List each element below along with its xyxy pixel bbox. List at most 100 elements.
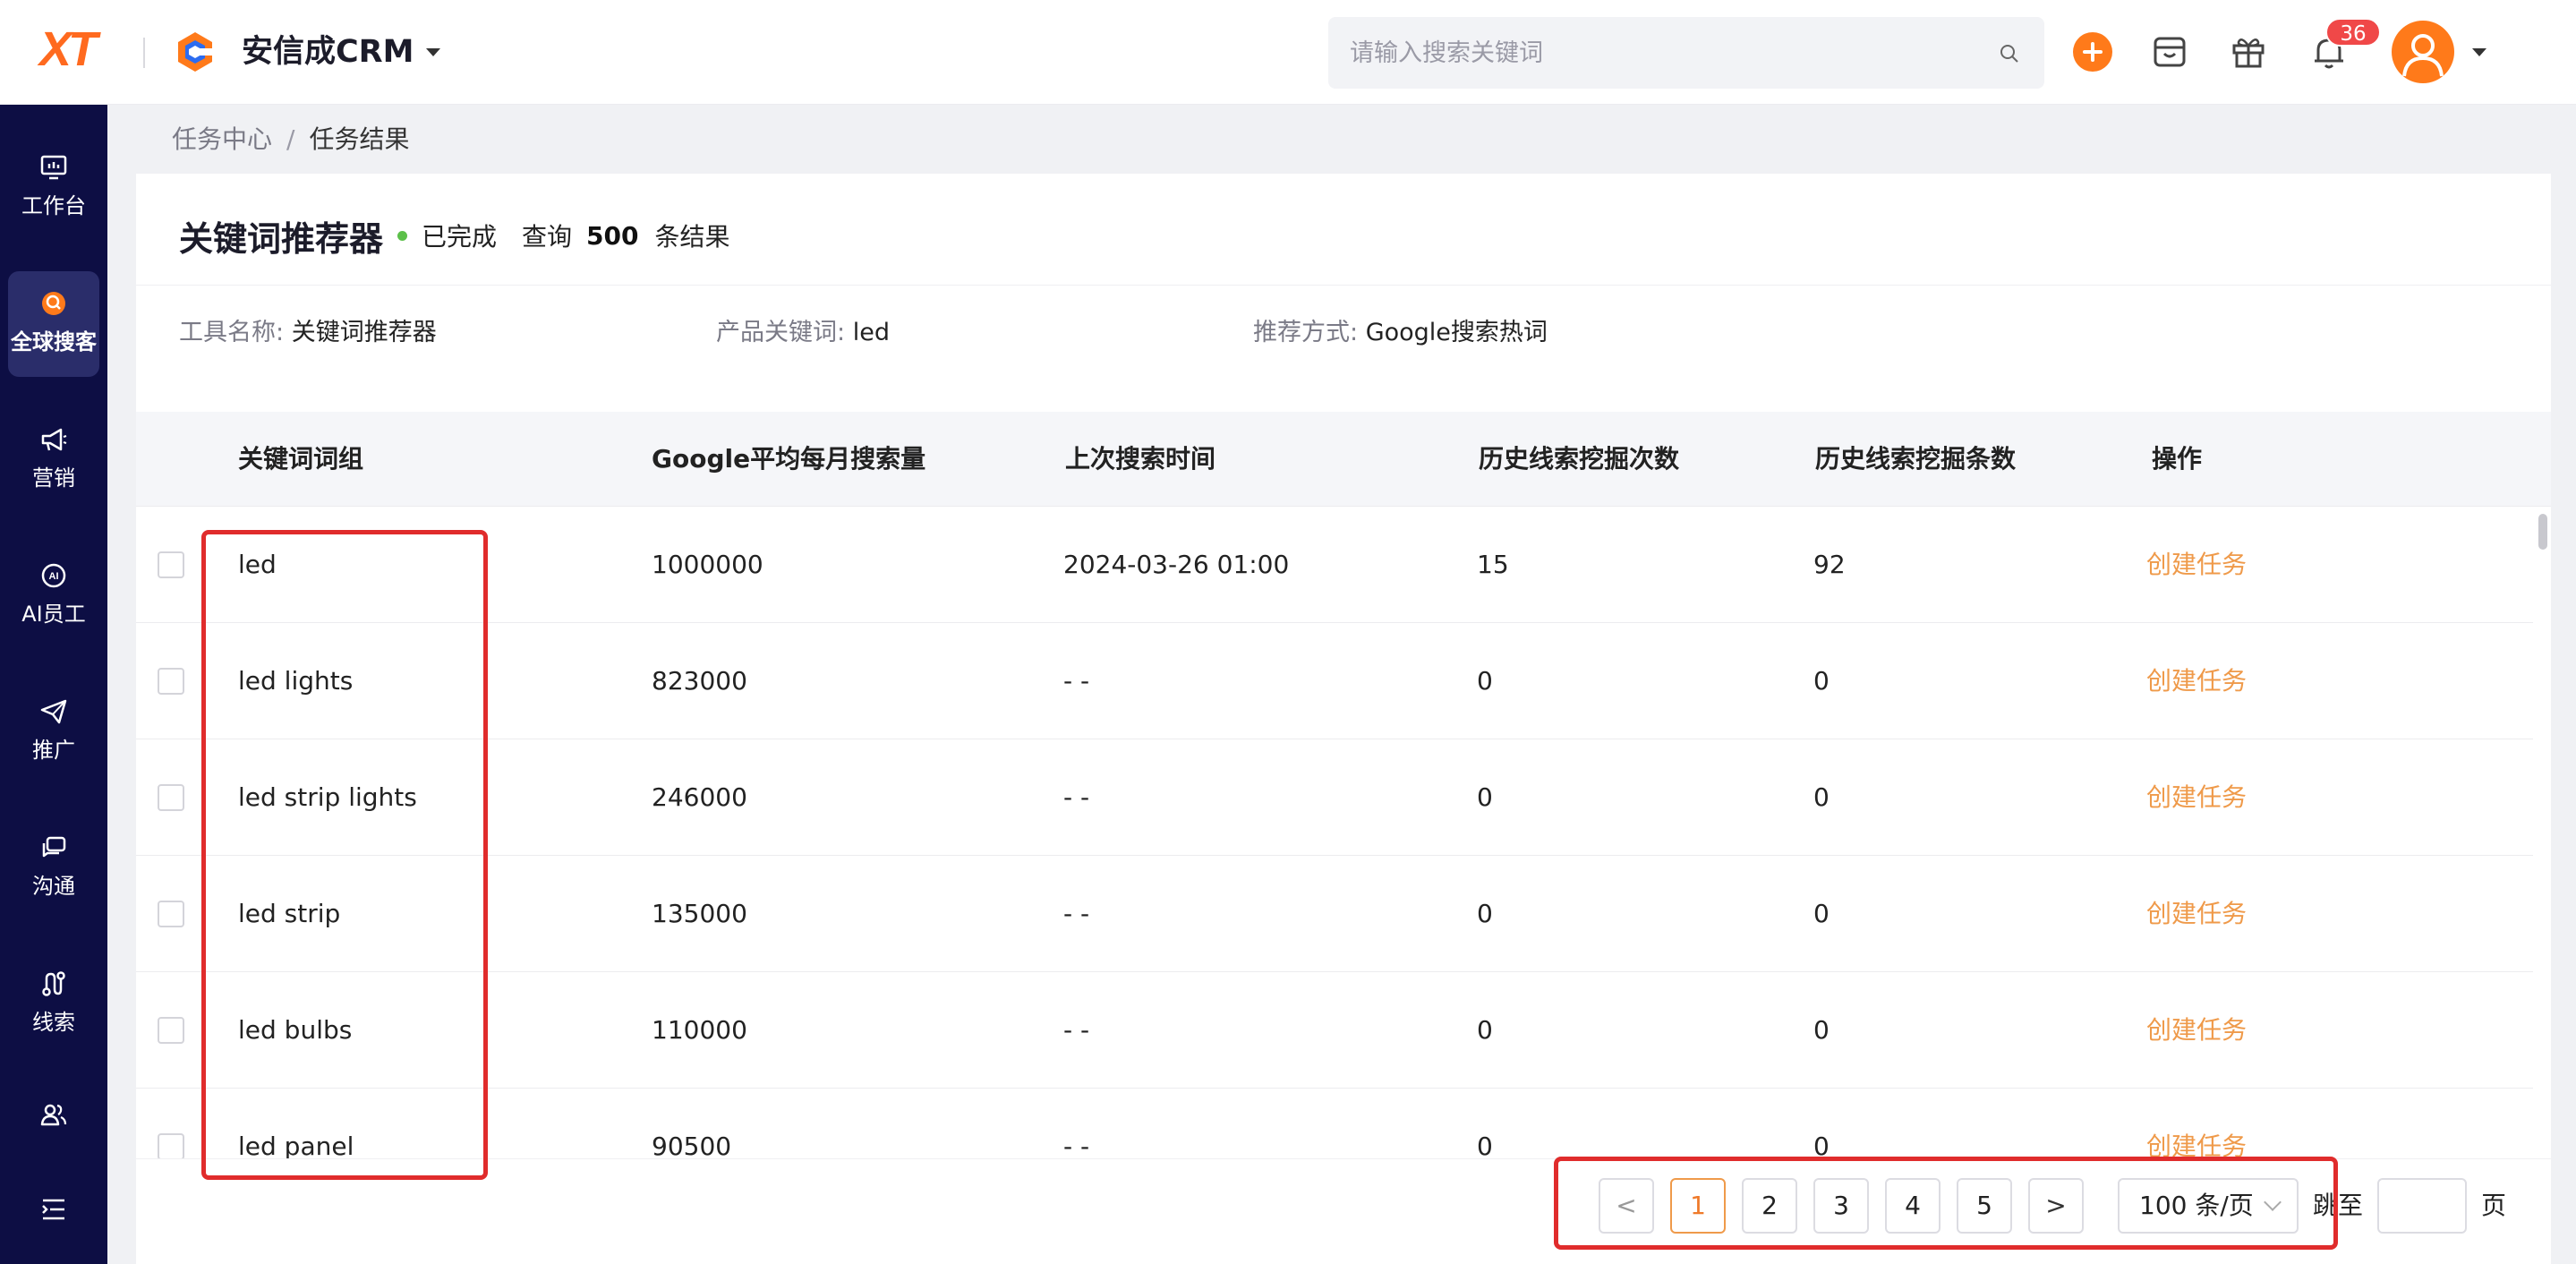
row-checkbox[interactable] <box>158 551 184 578</box>
info-label: 产品关键词: <box>716 319 846 346</box>
brand-name[interactable]: 安信成CRM <box>242 32 414 72</box>
breadcrumb-current: 任务结果 <box>309 124 410 154</box>
status-badge: 已完成 <box>422 222 498 252</box>
query-count: 500 <box>586 220 639 251</box>
add-plus-icon[interactable] <box>2073 32 2112 72</box>
result-card: 关键词推荐器 已完成 查询 500 条结果 工具名称: 关键词推荐器 产品关键词… <box>136 174 2551 1264</box>
cell-mining-count: 0 <box>1477 666 1493 696</box>
cell-volume: 823000 <box>652 666 747 696</box>
sidebar-item-promotion[interactable]: 推广 <box>8 679 99 785</box>
title-divider <box>136 285 2551 286</box>
xt-logo: XT <box>39 22 98 76</box>
create-task-button[interactable]: 创建任务 <box>2146 1089 2247 1158</box>
create-task-button[interactable]: 创建任务 <box>2146 972 2247 1089</box>
column-header-mining-items: 历史线索挖掘条数 <box>1815 444 2017 474</box>
column-header-action: 操作 <box>2152 444 2203 474</box>
header-divider <box>143 38 145 68</box>
cell-volume: 90500 <box>652 1132 732 1158</box>
info-value: 关键词推荐器 <box>291 319 437 346</box>
info-value: Google搜索热词 <box>1365 319 1548 346</box>
cell-volume: 1000000 <box>652 550 763 579</box>
notification-badge: 36 <box>2325 18 2381 47</box>
create-task-button[interactable]: 创建任务 <box>2146 739 2247 856</box>
sidebar-item-global-search[interactable]: 全球搜客 <box>8 271 99 377</box>
jump-page-input[interactable] <box>2377 1178 2467 1234</box>
info-value: led <box>852 319 890 346</box>
sidebar-item-workbench[interactable]: 工作台 <box>8 135 99 241</box>
sidebar-item-label: 沟通 <box>32 874 75 899</box>
search-input[interactable] <box>1350 17 1976 89</box>
table-row: led strip 135000 - - 0 0 创建任务 <box>136 856 2533 972</box>
menu-icon <box>42 1199 64 1220</box>
cell-last-search: - - <box>1063 899 1090 928</box>
sidebar-item-ai-staff[interactable]: AI AI员工 <box>8 543 99 649</box>
sidebar: 工作台 全球搜客 营销 AI AI员工 推广 沟通 线索 <box>0 105 107 1264</box>
keyword-column-highlight <box>201 530 488 1180</box>
cell-mining-items: 0 <box>1813 782 1830 812</box>
store-icon[interactable] <box>2148 30 2191 73</box>
cell-mining-count: 0 <box>1477 1132 1493 1158</box>
top-header: XT 安信成CRM 36 <box>0 0 2576 105</box>
user-avatar-icon <box>2402 34 2444 77</box>
sidebar-item-communication[interactable]: 沟通 <box>8 816 99 921</box>
jump-suffix: 页 <box>2481 1191 2507 1220</box>
row-checkbox[interactable] <box>158 668 184 695</box>
column-header-volume: Google平均每月搜索量 <box>652 444 926 474</box>
table-header: 关键词词组 Google平均每月搜索量 上次搜索时间 历史线索挖掘次数 历史线索… <box>136 412 2551 507</box>
column-header-mining-count: 历史线索挖掘次数 <box>1479 444 1680 474</box>
sidebar-item-label: AI员工 <box>21 602 86 627</box>
sidebar-item-users[interactable] <box>8 1084 99 1147</box>
avatar[interactable] <box>2392 21 2454 83</box>
cell-volume: 246000 <box>652 782 747 812</box>
brand-caret-icon[interactable] <box>426 48 440 56</box>
status-dot <box>397 230 408 241</box>
sidebar-item-label: 全球搜客 <box>11 329 97 354</box>
cell-mining-count: 0 <box>1477 782 1493 812</box>
cell-mining-items: 92 <box>1813 550 1846 579</box>
table-row: led bulbs 110000 - - 0 0 创建任务 <box>136 972 2533 1089</box>
info-tool-name: 工具名称: 关键词推荐器 <box>179 317 437 349</box>
sidebar-item-leads[interactable]: 线索 <box>8 952 99 1057</box>
table-body: led 1000000 2024-03-26 01:00 15 92 创建任务 … <box>136 507 2533 1158</box>
cell-last-search: - - <box>1063 1132 1090 1158</box>
sidebar-item-label: 线索 <box>32 1010 75 1035</box>
megaphone-icon <box>41 428 67 451</box>
breadcrumb-separator: / <box>286 124 295 154</box>
cell-last-search: - - <box>1063 1015 1090 1045</box>
create-task-button[interactable]: 创建任务 <box>2146 856 2247 972</box>
table-row: led strip lights 246000 - - 0 0 创建任务 <box>136 739 2533 856</box>
pagination-highlight <box>1554 1157 2338 1250</box>
sidebar-item-label: 营销 <box>32 465 75 491</box>
route-icon <box>42 971 65 996</box>
table-row: led panel 90500 - - 0 0 创建任务 <box>136 1089 2533 1158</box>
create-task-button[interactable]: 创建任务 <box>2146 507 2247 623</box>
cell-mining-count: 0 <box>1477 899 1493 928</box>
svg-text:AI: AI <box>49 571 59 582</box>
cell-last-search: 2024-03-26 01:00 <box>1063 550 1290 579</box>
global-search <box>1328 17 2044 89</box>
row-checkbox[interactable] <box>158 784 184 811</box>
cell-mining-items: 0 <box>1813 1015 1830 1045</box>
cell-volume: 110000 <box>652 1015 747 1045</box>
chat-icon <box>42 836 66 858</box>
avatar-caret-icon[interactable] <box>2472 48 2486 56</box>
row-checkbox[interactable] <box>158 901 184 927</box>
row-checkbox[interactable] <box>158 1017 184 1044</box>
cell-mining-count: 15 <box>1477 550 1509 579</box>
create-task-button[interactable]: 创建任务 <box>2146 623 2247 739</box>
column-header-last-search: 上次搜索时间 <box>1065 444 1216 474</box>
info-label: 工具名称: <box>179 319 285 346</box>
sidebar-toggle[interactable] <box>8 1175 99 1238</box>
table-row: led 1000000 2024-03-26 01:00 15 92 创建任务 <box>136 507 2533 623</box>
search-user-icon <box>42 292 65 315</box>
cell-volume: 135000 <box>652 899 747 928</box>
breadcrumb-parent[interactable]: 任务中心 <box>172 124 272 154</box>
row-checkbox[interactable] <box>158 1133 184 1158</box>
paper-plane-icon <box>40 699 67 724</box>
gift-icon[interactable] <box>2227 30 2270 73</box>
sidebar-item-marketing[interactable]: 营销 <box>8 407 99 513</box>
table-scrollbar[interactable] <box>2538 514 2547 550</box>
search-icon[interactable] <box>2000 44 2019 64</box>
ai-icon: AI <box>41 563 66 588</box>
title-row: 关键词推荐器 已完成 查询 500 条结果 <box>179 211 730 260</box>
